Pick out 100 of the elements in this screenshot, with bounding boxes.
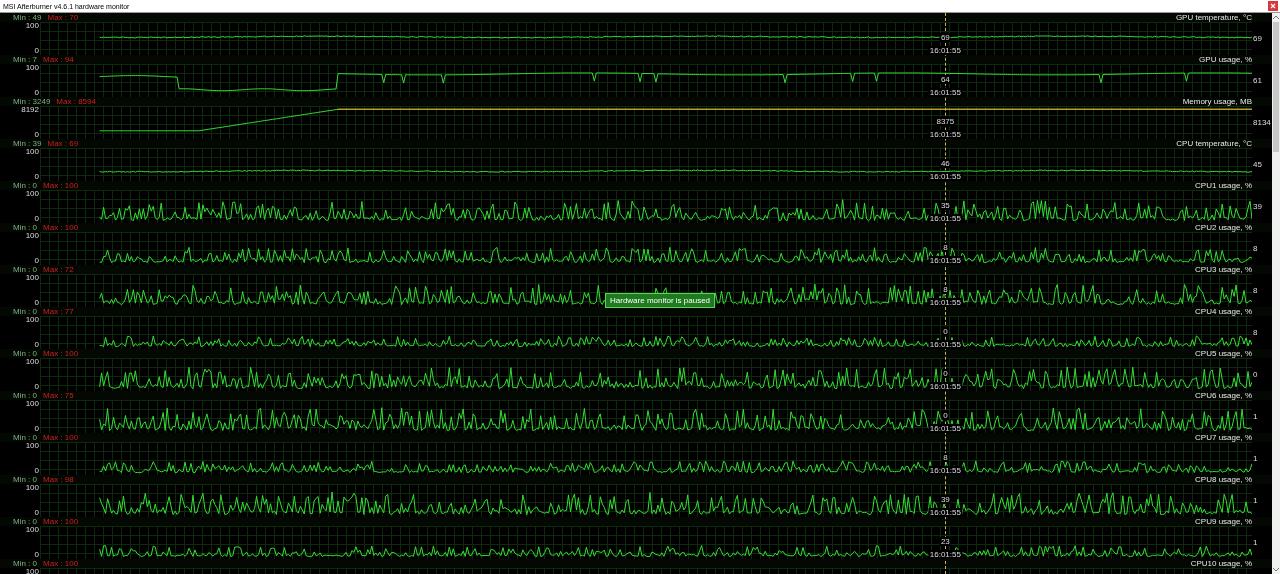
current-value: 39	[1252, 202, 1262, 211]
axis-label: 100	[25, 316, 39, 324]
current-value: 1	[1252, 412, 1258, 421]
axis-label: 0	[34, 551, 39, 559]
cursor-value: 8	[942, 243, 949, 252]
cursor-value: 0	[942, 369, 949, 378]
min-reading: Min : 0	[13, 349, 37, 358]
scrollbar-thumb[interactable]	[1273, 22, 1279, 152]
axis-label: 100	[25, 64, 39, 72]
cursor-value: 8	[942, 285, 949, 294]
graph-title: CPU2 usage, %	[1195, 223, 1252, 232]
max-reading: Max : 100	[43, 433, 79, 442]
axis-label: 100	[25, 148, 39, 156]
graph-title: GPU usage, %	[1199, 55, 1252, 64]
axis-label: 0	[34, 47, 39, 55]
max-reading: Max : 98	[43, 475, 74, 484]
cursor-time: 16:01:55	[928, 466, 962, 475]
axis-label: 100	[25, 484, 39, 492]
current-value: 8	[1252, 286, 1258, 295]
min-reading: Min : 0	[13, 475, 37, 484]
max-reading: Max : 100	[43, 223, 79, 232]
cursor-value: 23	[939, 537, 951, 546]
cursor-value: 35	[939, 201, 951, 210]
min-reading: Min : 39	[13, 139, 42, 148]
min-reading: Min : 0	[13, 391, 37, 400]
min-reading: Min : 49	[13, 13, 42, 22]
axis-label: 0	[34, 257, 39, 265]
cursor-value: 39	[939, 495, 951, 504]
current-value: 1	[1252, 496, 1258, 505]
cursor-time: 16:01:55	[928, 46, 962, 55]
min-reading: Min : 0	[13, 181, 37, 190]
axis-label: 100	[25, 526, 39, 534]
min-reading: Min : 0	[13, 265, 37, 274]
max-reading: Max : 69	[47, 139, 79, 148]
graph-title: CPU9 usage, %	[1195, 517, 1252, 526]
current-value: 0	[1252, 370, 1258, 379]
max-reading: Max : 70	[47, 13, 79, 22]
min-reading: Min : 0	[13, 223, 37, 232]
cursor-time: 16:01:55	[928, 340, 962, 349]
cursor-value: 69	[939, 33, 951, 42]
current-value: 45	[1252, 160, 1262, 169]
graph-title: CPU1 usage, %	[1195, 181, 1252, 190]
graph-title: CPU temperature, °C	[1176, 139, 1252, 148]
axis-label: 100	[25, 232, 39, 240]
axis-label: 0	[34, 509, 39, 517]
cursor-time: 16:01:55	[928, 256, 962, 265]
min-reading: Min : 0	[13, 433, 37, 442]
axis-label: 8192	[21, 106, 39, 114]
axis-label: 0	[34, 173, 39, 181]
cursor-time: 16:01:55	[928, 214, 962, 223]
cursor-value: 8	[942, 453, 949, 462]
graph-title: Memory usage, MB	[1182, 97, 1252, 106]
cursor-time: 16:01:55	[928, 382, 962, 391]
cursor-value: 8375	[935, 117, 956, 126]
axis-label: 100	[25, 274, 39, 282]
cursor-time: 16:01:55	[928, 424, 962, 433]
cursor-time: 16:01:55	[928, 508, 962, 517]
cursor-time: 16:01:55	[928, 172, 962, 181]
cursor-time: 16:01:55	[928, 88, 962, 97]
current-value: 69	[1252, 34, 1262, 43]
max-reading: Max : 100	[43, 517, 79, 526]
current-value: 8	[1252, 328, 1258, 337]
graph-title: CPU4 usage, %	[1195, 307, 1252, 316]
cursor-value: 0	[942, 411, 949, 420]
axis-label: 0	[34, 341, 39, 349]
current-value: 1	[1252, 454, 1258, 463]
max-reading: Max : 72	[43, 265, 74, 274]
cursor-value: 46	[939, 159, 951, 168]
scrollbar[interactable]	[1272, 13, 1280, 574]
min-reading: Min : 7	[13, 55, 37, 64]
axis-label: 0	[34, 215, 39, 223]
axis-label: 100	[25, 358, 39, 366]
graph-title: CPU6 usage, %	[1195, 391, 1252, 400]
max-reading: Max : 100	[43, 181, 79, 190]
close-icon	[1270, 3, 1276, 9]
cursor-time: 16:01:55	[928, 550, 962, 559]
axis-label: 0	[34, 425, 39, 433]
paused-tooltip: Hardware monitor is paused	[605, 293, 716, 308]
current-value: 8134	[1252, 118, 1271, 127]
max-reading: Max : 94	[43, 55, 74, 64]
current-value: 61	[1252, 76, 1262, 85]
axis-label: 100	[25, 22, 39, 30]
graph-title: CPU5 usage, %	[1195, 349, 1252, 358]
graph-title: CPU10 usage, %	[1190, 559, 1252, 568]
axis-label: 100	[25, 190, 39, 198]
cursor-value: 0	[942, 327, 949, 336]
max-reading: Max : 8594	[56, 97, 96, 106]
cursor-time: 16:01:55	[928, 130, 962, 139]
graph-title: GPU temperature, °C	[1175, 13, 1252, 22]
max-reading: Max : 100	[43, 559, 79, 568]
graph-title: CPU3 usage, %	[1195, 265, 1252, 274]
cursor-time: 16:01:55	[928, 298, 962, 307]
graph-title: CPU8 usage, %	[1195, 475, 1252, 484]
current-value: 1	[1252, 538, 1258, 547]
min-reading: Min : 0	[13, 517, 37, 526]
axis-label: 100	[25, 568, 39, 574]
graph-title: CPU7 usage, %	[1195, 433, 1252, 442]
max-reading: Max : 77	[43, 307, 74, 316]
close-button[interactable]	[1268, 1, 1278, 11]
min-reading: Min : 0	[13, 307, 37, 316]
